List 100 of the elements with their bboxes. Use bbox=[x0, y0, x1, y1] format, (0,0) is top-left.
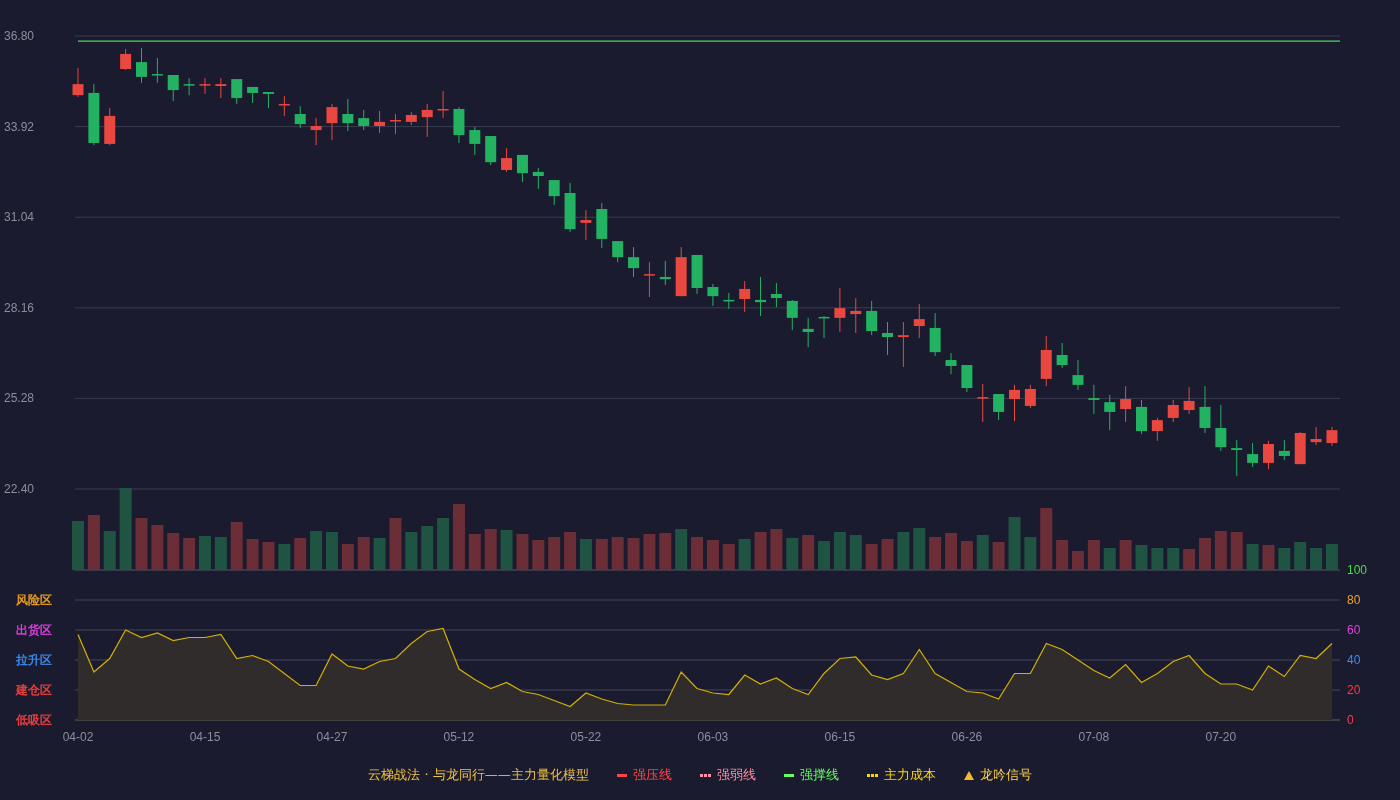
candlestick bbox=[945, 352, 957, 375]
candlestick bbox=[977, 383, 989, 423]
candlestick bbox=[1088, 384, 1100, 415]
candlestick bbox=[151, 57, 163, 84]
axis-label: 04-02 bbox=[62, 730, 94, 744]
candlestick bbox=[1136, 399, 1147, 435]
candlestick bbox=[278, 95, 290, 117]
candlestick bbox=[532, 167, 544, 190]
candlestick bbox=[548, 179, 560, 206]
candlestick bbox=[882, 321, 893, 356]
candlestick bbox=[707, 283, 719, 307]
candlestick bbox=[1024, 384, 1036, 409]
axis-label: 07-08 bbox=[1078, 730, 1110, 744]
candlestick bbox=[929, 312, 941, 357]
candlestick bbox=[247, 86, 259, 104]
candlestick bbox=[897, 321, 909, 368]
candlestick bbox=[961, 364, 973, 393]
candlestick bbox=[1040, 335, 1052, 387]
candlestick bbox=[326, 103, 338, 141]
candlestick bbox=[596, 202, 608, 249]
axis-label: 06-26 bbox=[951, 730, 983, 744]
candlestick bbox=[516, 154, 528, 183]
axis-label: 06-03 bbox=[697, 730, 729, 744]
candlestick bbox=[564, 182, 576, 233]
candlestick bbox=[834, 287, 846, 333]
candlestick bbox=[358, 109, 370, 131]
candlestick bbox=[1231, 439, 1243, 477]
candlestick bbox=[405, 111, 417, 126]
axis-label: 22.40 bbox=[4, 482, 35, 496]
candlestick bbox=[1278, 439, 1290, 461]
candlestick bbox=[485, 135, 497, 166]
candlestick bbox=[739, 280, 751, 313]
candlestick bbox=[167, 74, 179, 102]
candlestick bbox=[723, 292, 735, 310]
candlestick bbox=[1072, 359, 1084, 391]
zone-label: 建仓区 bbox=[16, 683, 52, 697]
candlestick bbox=[1247, 442, 1259, 468]
candlestick bbox=[342, 98, 354, 132]
candlestick bbox=[374, 110, 386, 134]
candlestick bbox=[1294, 431, 1306, 465]
zone-label: 出货区 bbox=[16, 623, 52, 637]
candlestick bbox=[437, 90, 449, 119]
axis-label: 20 bbox=[1347, 683, 1361, 697]
axis-label: 40 bbox=[1347, 653, 1361, 667]
axis-label: 33.92 bbox=[4, 119, 35, 134]
candlestick bbox=[628, 246, 640, 278]
candlestick bbox=[183, 77, 195, 96]
candlestick bbox=[993, 393, 1005, 421]
candlestick bbox=[1326, 426, 1338, 447]
axis-label: 31.04 bbox=[4, 210, 35, 225]
axis-label: 04-27 bbox=[316, 730, 348, 744]
axis-label: 0 bbox=[1347, 713, 1354, 727]
candlestick bbox=[453, 106, 465, 144]
candlestick bbox=[1151, 417, 1163, 442]
axis-label: 07-20 bbox=[1205, 730, 1237, 744]
axis-label: 36.80 bbox=[4, 29, 35, 43]
candlestick bbox=[501, 147, 513, 173]
candlestick bbox=[1183, 386, 1195, 415]
axis-label: 04-15 bbox=[189, 730, 221, 744]
candlestick bbox=[1009, 384, 1020, 422]
candlestick bbox=[659, 260, 671, 286]
candlestick bbox=[866, 300, 878, 336]
candlestick bbox=[913, 303, 925, 339]
candlestick bbox=[136, 47, 147, 84]
candlestick bbox=[612, 240, 624, 263]
candlestick bbox=[850, 297, 862, 334]
legend-label: 强弱线 bbox=[716, 766, 756, 784]
candlestick bbox=[1104, 394, 1116, 431]
candlestick bbox=[88, 83, 100, 146]
legend-label: 强撑线 bbox=[799, 766, 839, 784]
legend-label: 主力成本 bbox=[883, 766, 936, 784]
axis-label: 80 bbox=[1347, 593, 1361, 607]
candlestick bbox=[755, 276, 767, 317]
candlestick bbox=[199, 77, 211, 95]
candlestick bbox=[294, 105, 306, 129]
axis-label: 60 bbox=[1347, 623, 1361, 637]
candlestick bbox=[675, 246, 687, 297]
candlestick bbox=[104, 107, 116, 146]
candlestick bbox=[802, 317, 814, 348]
axis-label: 05-22 bbox=[570, 730, 602, 744]
candlestick bbox=[1056, 342, 1068, 369]
candlestick bbox=[818, 315, 830, 339]
candlestick bbox=[1262, 440, 1274, 470]
legend-label: 强压线 bbox=[632, 766, 672, 784]
candlestick bbox=[215, 77, 227, 99]
axis-label: 25.28 bbox=[4, 391, 35, 406]
zone-label: 拉升区 bbox=[16, 653, 52, 667]
candlestick bbox=[72, 67, 84, 98]
legend-label: 龙吟信号 bbox=[979, 766, 1032, 784]
zone-label: 风险区 bbox=[16, 593, 52, 607]
candlestick bbox=[263, 91, 274, 109]
candlestick bbox=[469, 126, 481, 156]
candlestick bbox=[1120, 385, 1132, 423]
candlestick bbox=[580, 209, 592, 241]
axis-label: 100 bbox=[1347, 563, 1368, 577]
candlestick bbox=[389, 113, 401, 135]
candlestick bbox=[1199, 385, 1211, 434]
candlestick bbox=[1310, 426, 1322, 446]
candlestick bbox=[1215, 404, 1227, 452]
candlestick bbox=[786, 299, 798, 331]
